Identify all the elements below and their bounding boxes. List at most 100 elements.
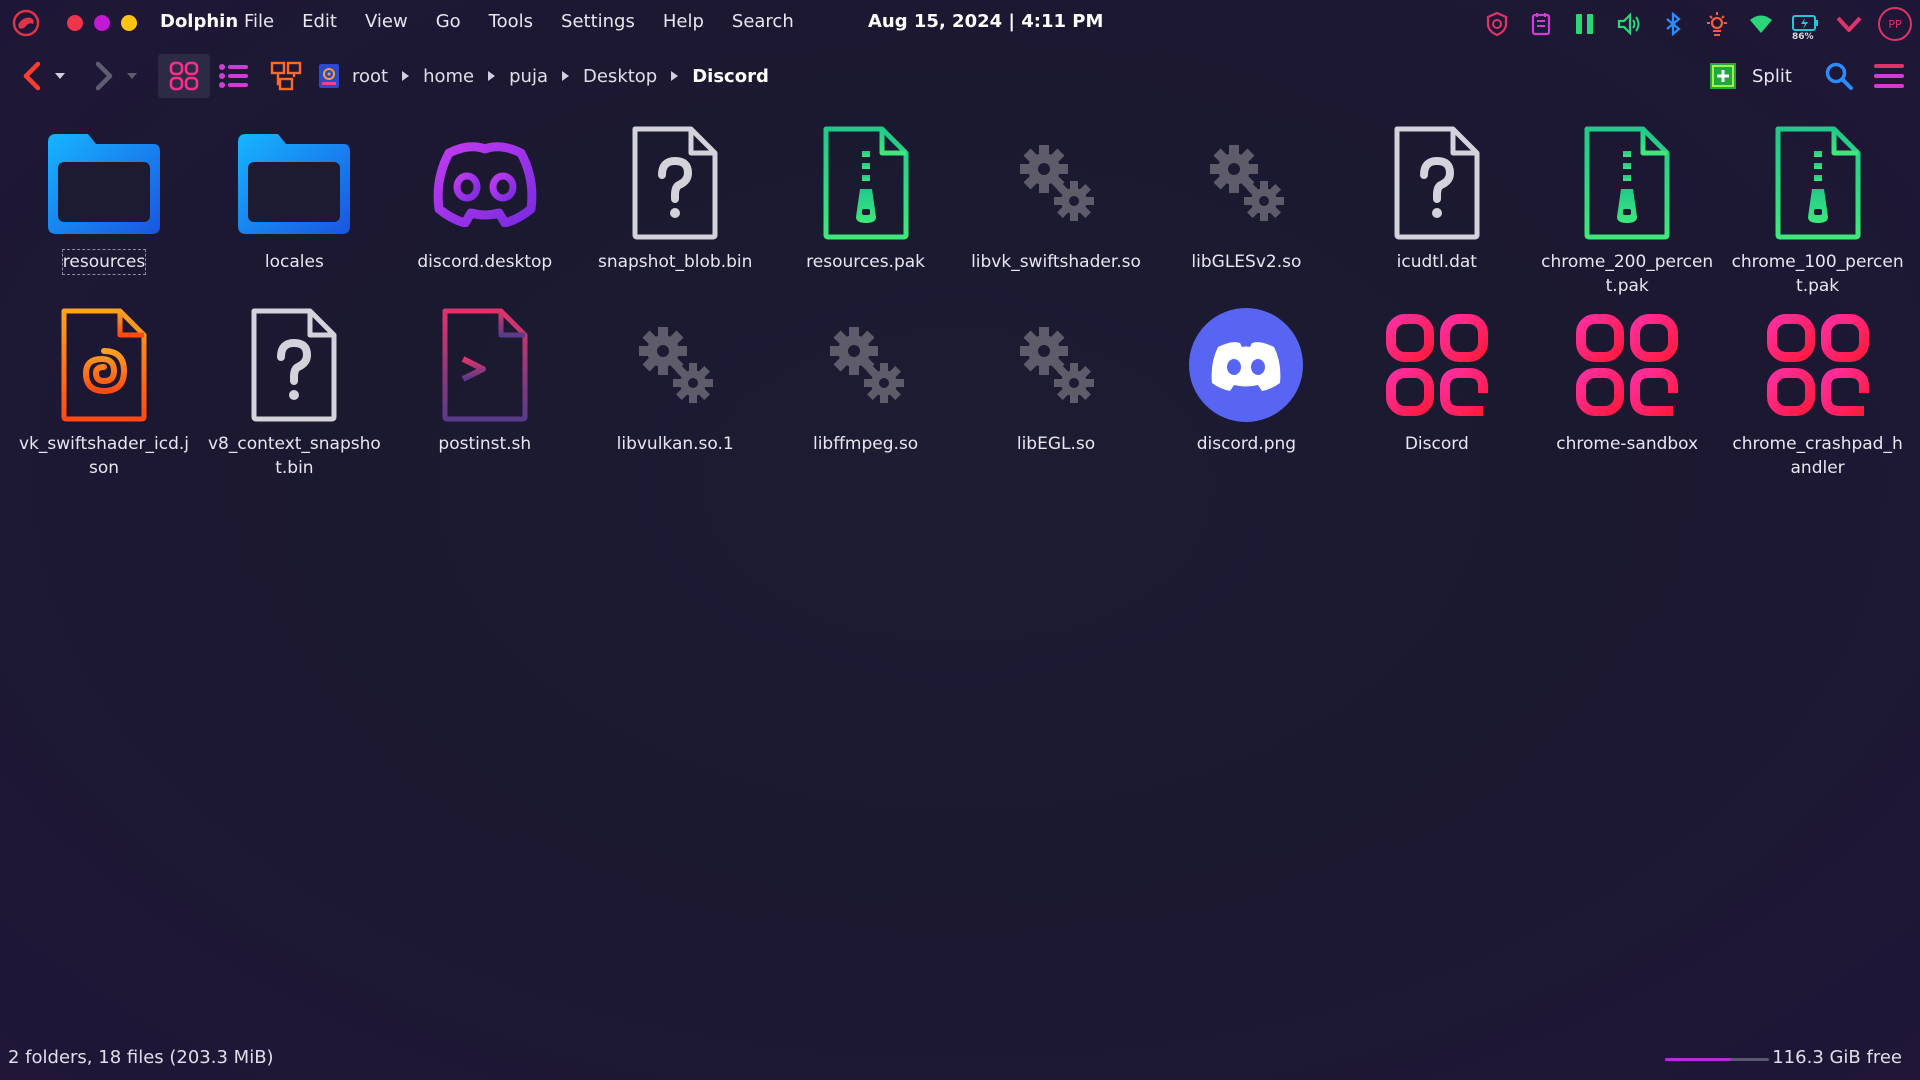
file-item[interactable]: libGLESv2.so xyxy=(1156,118,1336,274)
split-button[interactable]: Split xyxy=(1708,58,1792,94)
discord-image-icon xyxy=(1181,300,1311,430)
menu-bar: File Edit View Go Tools Settings Help Se… xyxy=(244,11,822,32)
file-item[interactable]: postinst.sh xyxy=(395,300,575,456)
breadcrumb-root[interactable]: root xyxy=(352,66,388,87)
details-view-button[interactable] xyxy=(214,58,254,94)
file-item[interactable]: libffmpeg.so xyxy=(776,300,956,456)
file-item[interactable]: libEGL.so xyxy=(966,300,1146,456)
file-item[interactable]: chrome_200_percent.pak xyxy=(1537,118,1717,298)
unknown-file-icon xyxy=(1372,118,1502,248)
library-gears-icon xyxy=(801,300,931,430)
disk-usage-fill xyxy=(1665,1058,1731,1061)
discord-logo-icon xyxy=(420,118,550,248)
library-gears-icon xyxy=(1181,118,1311,248)
file-item[interactable]: resources xyxy=(14,118,194,275)
search-button[interactable] xyxy=(1820,58,1858,94)
menu-help[interactable]: Help xyxy=(663,11,704,32)
archive-file-icon xyxy=(1562,118,1692,248)
file-name: snapshot_blob.bin xyxy=(597,252,753,272)
file-item[interactable]: chrome_crashpad_handler xyxy=(1728,300,1908,480)
file-name: vk_swiftshader_icd.json xyxy=(18,434,190,478)
back-history-dropdown[interactable] xyxy=(52,66,68,86)
file-item[interactable]: discord.desktop xyxy=(395,118,575,274)
file-item[interactable]: locales xyxy=(204,118,384,274)
split-label: Split xyxy=(1752,65,1792,87)
breadcrumb-puja[interactable]: puja xyxy=(509,66,548,87)
disk-icon xyxy=(318,63,340,89)
file-item[interactable]: v8_context_snapshot.bin xyxy=(204,300,384,480)
file-name: resources.pak xyxy=(806,252,926,272)
bluetooth-icon[interactable] xyxy=(1658,9,1688,39)
file-name: discord.png xyxy=(1196,434,1297,454)
clock[interactable]: Aug 15, 2024 | 4:11 PM xyxy=(868,11,1103,32)
executable-icon xyxy=(1372,300,1502,430)
file-name: libvulkan.so.1 xyxy=(616,434,734,454)
menu-go[interactable]: Go xyxy=(436,11,461,32)
arrow-left-icon xyxy=(23,61,41,91)
file-item[interactable]: resources.pak xyxy=(776,118,956,274)
window-minimize-button[interactable] xyxy=(121,15,137,31)
status-bar: 2 folders, 18 files (203.3 MiB) 116.3 Gi… xyxy=(0,1044,1920,1074)
file-name: chrome_100_percent.pak xyxy=(1731,252,1904,296)
battery-percent: 86% xyxy=(1792,32,1814,42)
back-button[interactable] xyxy=(18,60,46,92)
avatar[interactable]: PP xyxy=(1878,7,1912,41)
window-maximize-button[interactable] xyxy=(94,15,110,31)
folder-summary: 2 folders, 18 files (203.3 MiB) xyxy=(8,1047,274,1068)
window-close-button[interactable] xyxy=(67,15,83,31)
hamburger-menu-button[interactable] xyxy=(1870,58,1908,94)
breadcrumb: root home puja Desktop Discord xyxy=(318,60,769,92)
menu-file[interactable]: File xyxy=(244,11,274,32)
brightness-icon[interactable] xyxy=(1702,9,1732,39)
pause-icon[interactable] xyxy=(1570,9,1600,39)
file-name: chrome_crashpad_handler xyxy=(1732,434,1903,478)
arrow-right-icon xyxy=(95,61,113,91)
unknown-file-icon xyxy=(610,118,740,248)
menu-edit[interactable]: Edit xyxy=(302,11,337,32)
battery-icon[interactable]: 86% xyxy=(1790,9,1820,42)
shell-script-icon xyxy=(420,300,550,430)
file-item[interactable]: chrome_100_percent.pak xyxy=(1728,118,1908,298)
menu-view[interactable]: View xyxy=(365,11,408,32)
breadcrumb-discord[interactable]: Discord xyxy=(692,66,769,87)
file-item[interactable]: libvk_swiftshader.so xyxy=(966,118,1146,274)
tree-view-button[interactable] xyxy=(266,58,306,94)
volume-icon[interactable] xyxy=(1614,9,1644,39)
file-name: chrome_200_percent.pak xyxy=(1541,252,1714,296)
menu-search[interactable]: Search xyxy=(732,11,794,32)
library-gears-icon xyxy=(991,118,1121,248)
caret-down-icon xyxy=(55,73,65,79)
system-tray: 86% PP xyxy=(1482,7,1912,42)
file-item[interactable]: snapshot_blob.bin xyxy=(585,118,765,274)
shield-icon[interactable] xyxy=(1482,9,1512,39)
executable-icon xyxy=(1753,300,1883,430)
wifi-icon[interactable] xyxy=(1746,9,1776,39)
toolbar: root home puja Desktop Discord Split xyxy=(0,54,1920,98)
file-item[interactable]: Discord xyxy=(1347,300,1527,456)
forward-history-dropdown[interactable] xyxy=(124,66,140,86)
file-item[interactable]: libvulkan.so.1 xyxy=(585,300,765,456)
menu-tools[interactable]: Tools xyxy=(489,11,533,32)
free-space[interactable]: 116.3 GiB free xyxy=(1772,1047,1902,1068)
notes-icon[interactable] xyxy=(1526,9,1556,39)
icons-view-button[interactable] xyxy=(158,54,210,98)
top-panel: Dolphin File Edit View Go Tools Settings… xyxy=(0,0,1920,44)
file-item[interactable]: chrome-sandbox xyxy=(1537,300,1717,456)
json-file-icon xyxy=(39,300,169,430)
chevron-down-icon[interactable] xyxy=(1834,9,1864,39)
app-launcher-icon[interactable] xyxy=(11,8,41,38)
file-item[interactable]: discord.png xyxy=(1156,300,1336,456)
file-item[interactable]: vk_swiftshader_icd.json xyxy=(14,300,194,480)
menu-settings[interactable]: Settings xyxy=(561,11,635,32)
breadcrumb-home[interactable]: home xyxy=(423,66,474,87)
hamburger-icon xyxy=(1874,64,1904,88)
file-name: libffmpeg.so xyxy=(812,434,919,454)
library-gears-icon xyxy=(991,300,1121,430)
forward-button[interactable] xyxy=(90,60,118,92)
caret-down-icon xyxy=(127,73,137,79)
file-name: libGLESv2.so xyxy=(1191,252,1302,272)
breadcrumb-desktop[interactable]: Desktop xyxy=(583,66,657,87)
folder-icon xyxy=(229,118,359,248)
breadcrumb-separator-icon xyxy=(488,71,496,81)
file-item[interactable]: icudtl.dat xyxy=(1347,118,1527,274)
